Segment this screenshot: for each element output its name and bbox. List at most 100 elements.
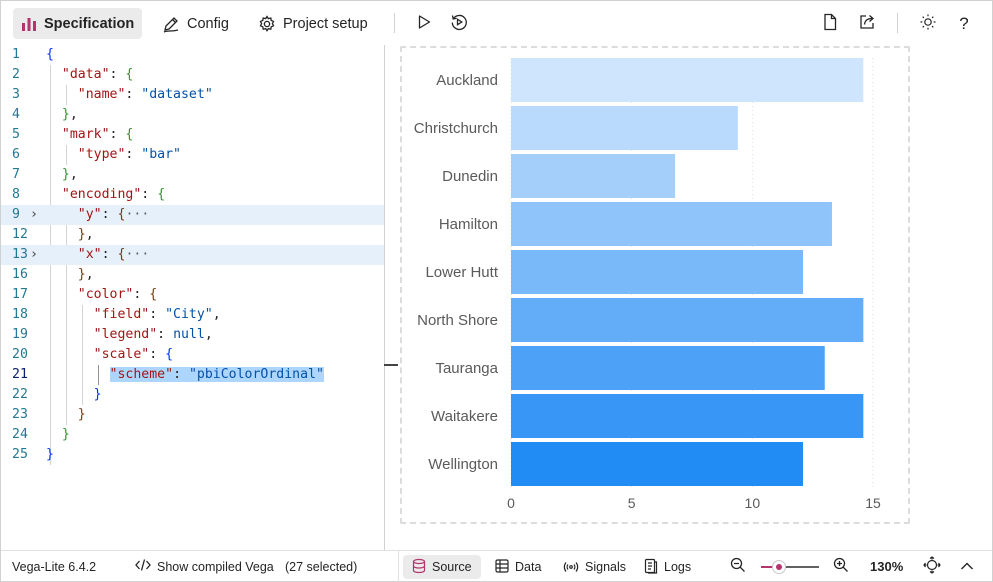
code-line: 3 "name": "dataset" — [12, 87, 213, 102]
toolbar-divider-right — [897, 13, 898, 33]
signal-icon — [563, 559, 579, 576]
share-button[interactable] — [854, 11, 880, 37]
pen-icon — [162, 15, 180, 33]
category-label: Dunedin — [442, 168, 498, 185]
tab-source[interactable]: Source — [403, 555, 481, 579]
collapse-panel-button[interactable] — [960, 551, 974, 582]
gear-icon — [258, 14, 276, 33]
code-line: 17 "color": { — [12, 287, 158, 302]
zoom-slider-thumb[interactable] — [772, 560, 786, 574]
fit-view-icon — [923, 556, 941, 577]
table-icon — [495, 558, 509, 576]
category-label: Christchurch — [414, 120, 498, 137]
code-line: 6 "type": "bar" — [12, 147, 181, 162]
tab-project-setup-label: Project setup — [283, 15, 368, 32]
tab-logs[interactable]: Logs — [635, 555, 700, 579]
zoom-in-icon — [833, 557, 849, 576]
bar — [511, 394, 864, 438]
new-file-icon — [822, 13, 838, 36]
source-icon — [412, 558, 426, 577]
selection-count: (27 selected) — [285, 559, 358, 574]
tab-data-label: Data — [515, 560, 542, 574]
code-line: 8 "encoding": { — [12, 187, 166, 202]
code-line: 22 } — [12, 387, 102, 402]
selected-text: "scheme": "pbiColorOrdinal" — [109, 367, 324, 382]
tab-config[interactable]: Config — [154, 8, 237, 39]
code-line: 23 } — [12, 407, 86, 422]
code-line: 18 "field": "City", — [12, 307, 221, 322]
status-divider — [398, 551, 399, 582]
tab-data[interactable]: Data — [486, 555, 550, 579]
theme-icon — [919, 13, 937, 36]
code-line: 25} — [12, 447, 54, 462]
tab-logs-label: Logs — [664, 560, 692, 574]
code-line: 16 }, — [12, 267, 94, 282]
tick-label: 0 — [507, 495, 515, 511]
tab-source-label: Source — [432, 560, 472, 574]
pane-divider[interactable] — [384, 45, 385, 550]
fit-view-button[interactable] — [923, 551, 941, 582]
bar — [511, 346, 825, 390]
tick-label: 15 — [865, 495, 881, 511]
zoom-in-button[interactable] — [833, 551, 849, 582]
share-icon — [858, 13, 876, 36]
code-line-folded[interactable]: 9 › "y": {··· — [1, 205, 384, 225]
help-button[interactable]: ? — [951, 11, 977, 37]
bar — [511, 154, 676, 198]
tab-signals[interactable]: Signals — [554, 555, 635, 579]
zoom-level: 130% — [870, 559, 904, 574]
code-line: 7 }, — [12, 167, 78, 182]
bar — [511, 250, 804, 294]
chart-view: Auckland Christchurch Dunedin Hamilton Lower… — [400, 46, 910, 524]
code-line: 19 "legend": null, — [12, 327, 213, 342]
code-line: 24 } — [12, 427, 70, 442]
replay-icon — [450, 13, 468, 36]
tab-specification-label: Specification — [44, 15, 135, 32]
category-label: Lower Hutt — [425, 264, 498, 281]
theme-toggle-button[interactable] — [915, 11, 941, 37]
play-icon — [416, 14, 432, 35]
category-label: Waitakere — [431, 408, 498, 425]
chevron-right-icon[interactable]: › — [30, 205, 38, 225]
bar — [511, 58, 864, 102]
show-compiled-vega-label: Show compiled Vega — [157, 559, 274, 574]
code-line: 4 }, — [12, 107, 78, 122]
category-label: Wellington — [428, 456, 498, 473]
code-line: 2 "data": { — [12, 67, 134, 82]
top-toolbar: Specification Config Project setup ? — [1, 1, 992, 45]
bar — [511, 298, 864, 342]
version-label: Vega-Lite 6.4.2 — [12, 559, 97, 574]
new-file-button[interactable] — [817, 11, 843, 37]
run-button[interactable] — [411, 11, 437, 37]
bar-chart: Auckland Christchurch Dunedin Hamilton Lower… — [414, 58, 881, 511]
splitter-handle[interactable] — [384, 364, 398, 366]
category-label: Hamilton — [439, 216, 498, 233]
code-line-folded[interactable]: 13 › "x": {··· — [1, 245, 384, 265]
code-line: 12 }, — [12, 227, 94, 242]
tab-specification[interactable]: Specification — [13, 8, 143, 39]
tick-label: 10 — [745, 495, 761, 511]
code-line-current: 21 "scheme": "pbiColorOrdinal" — [12, 367, 324, 382]
code-editor[interactable]: 1{ 2 "data": { 3 "name": "dataset" 4 }, … — [1, 45, 384, 550]
category-label: Tauranga — [435, 360, 498, 377]
replay-button[interactable] — [446, 11, 472, 37]
bar — [511, 106, 738, 150]
code-line: 5 "mark": { — [12, 127, 134, 142]
toolbar-divider — [394, 13, 395, 33]
code-line: 1{ — [12, 47, 54, 62]
chevron-right-icon[interactable]: › — [30, 245, 38, 265]
tab-config-label: Config — [187, 15, 229, 32]
tick-label: 5 — [628, 495, 636, 511]
bar — [511, 442, 804, 486]
code-icon — [135, 558, 151, 575]
app-window: Specification Config Project setup ? 1 {… — [0, 0, 993, 582]
zoom-out-icon — [730, 557, 746, 576]
tab-signals-label: Signals — [585, 560, 626, 574]
logs-icon — [644, 558, 658, 577]
zoom-out-button[interactable] — [730, 551, 746, 582]
tab-project-setup[interactable]: Project setup — [250, 8, 376, 39]
code-line: 20 "scale": { — [12, 347, 174, 362]
category-label: North Shore — [417, 312, 498, 329]
chevron-up-icon — [960, 560, 974, 574]
show-compiled-vega-button[interactable]: Show compiled Vega — [135, 551, 274, 582]
